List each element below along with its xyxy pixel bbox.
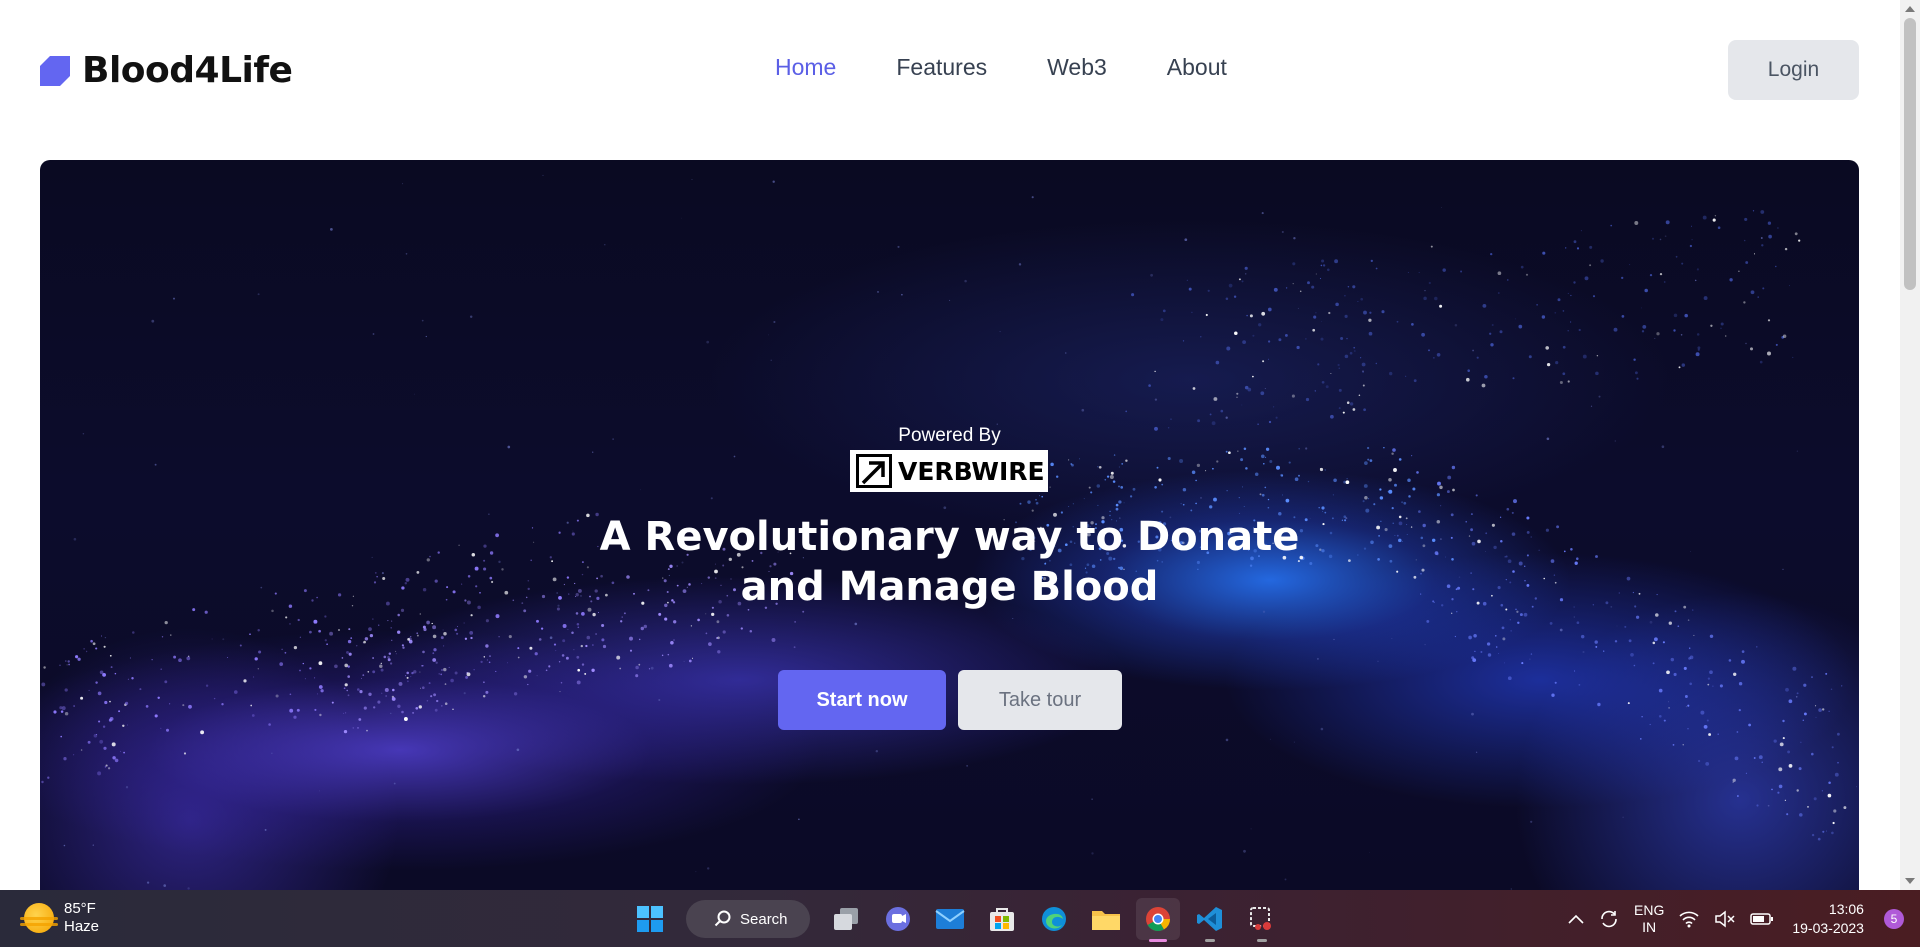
mail-icon[interactable] [928, 898, 972, 940]
file-explorer-icon[interactable] [1084, 898, 1128, 940]
nav-features[interactable]: Features [896, 54, 987, 81]
clock[interactable]: 13:06 19-03-2023 [1792, 900, 1864, 938]
taskbar-search[interactable]: Search [686, 900, 810, 938]
battery-icon[interactable] [1750, 912, 1774, 926]
brand[interactable]: Blood4Life [40, 50, 293, 91]
verbwire-wordmark: VERBWIRE [898, 456, 1045, 486]
main-nav: Home Features Web3 About [775, 54, 1227, 81]
page-scrollbar[interactable] [1900, 0, 1920, 890]
windows-start-icon[interactable] [628, 898, 672, 940]
cta-row: Start now Take tour [778, 670, 1122, 730]
edge-icon[interactable] [1032, 898, 1076, 940]
snipping-tool-icon[interactable] [1240, 898, 1284, 942]
scroll-down-arrow-icon[interactable] [1905, 878, 1915, 884]
taskbar-apps: Search [628, 898, 1284, 942]
hero-content: Powered By VERBWIRE A Revolutionary way … [40, 160, 1859, 890]
search-label: Search [740, 910, 788, 928]
start-now-button[interactable]: Start now [778, 670, 946, 730]
browser-viewport: Blood4Life Home Features Web3 About Logi… [0, 0, 1920, 890]
scroll-up-arrow-icon[interactable] [1905, 6, 1915, 12]
clock-date: 19-03-2023 [1792, 920, 1864, 936]
login-button[interactable]: Login [1728, 40, 1859, 100]
chrome-icon[interactable] [1136, 898, 1180, 942]
hero-headline: A Revolutionary way to Donate and Manage… [40, 512, 1859, 612]
lang-line-1: ENG [1634, 902, 1665, 918]
weather-temp: 85°F [64, 900, 96, 917]
system-tray: ENG IN 13:06 19-03-2023 5 [1568, 898, 1904, 940]
hero-banner: Powered By VERBWIRE A Revolutionary way … [40, 160, 1859, 890]
headline-line-2: and Manage Blood [740, 564, 1159, 610]
nav-home[interactable]: Home [775, 54, 836, 81]
verbwire-arrow-icon [856, 454, 892, 488]
weather-text: 85°F Haze [64, 900, 99, 936]
language-indicator[interactable]: ENG IN [1634, 902, 1664, 936]
running-indicator [1205, 939, 1215, 942]
microsoft-store-icon[interactable] [980, 898, 1024, 940]
take-tour-button[interactable]: Take tour [958, 670, 1122, 730]
notification-badge[interactable]: 5 [1883, 909, 1904, 929]
weather-widget[interactable]: 85°F Haze [20, 900, 99, 936]
wifi-icon[interactable] [1678, 910, 1700, 928]
brand-logo-icon [40, 55, 70, 86]
lang-line-2: IN [1642, 919, 1657, 935]
teams-chat-icon[interactable] [876, 898, 920, 940]
powered-by-label: Powered By [898, 425, 1001, 446]
headline-line-1: A Revolutionary way to Donate [599, 514, 1300, 560]
site-header: Blood4Life Home Features Web3 About Logi… [0, 0, 1900, 140]
running-indicator [1257, 939, 1267, 942]
search-icon [714, 910, 731, 927]
nav-web3[interactable]: Web3 [1047, 54, 1107, 81]
chevron-up-icon[interactable] [1568, 914, 1584, 924]
brand-name: Blood4Life [82, 50, 293, 91]
active-indicator [1149, 939, 1167, 942]
clock-time: 13:06 [1828, 901, 1864, 917]
sync-icon[interactable] [1598, 908, 1620, 930]
verbwire-logo[interactable]: VERBWIRE [850, 450, 1048, 492]
nav-about[interactable]: About [1167, 54, 1227, 81]
haze-sun-icon [20, 903, 58, 933]
vscode-icon[interactable] [1188, 898, 1232, 942]
weather-desc: Haze [64, 918, 100, 935]
windows-taskbar: 85°F Haze Search ENG IN 13:06 19-03-2023… [0, 890, 1920, 947]
volume-muted-icon[interactable] [1714, 910, 1736, 928]
scroll-thumb[interactable] [1904, 18, 1916, 290]
task-view-icon[interactable] [824, 898, 868, 940]
